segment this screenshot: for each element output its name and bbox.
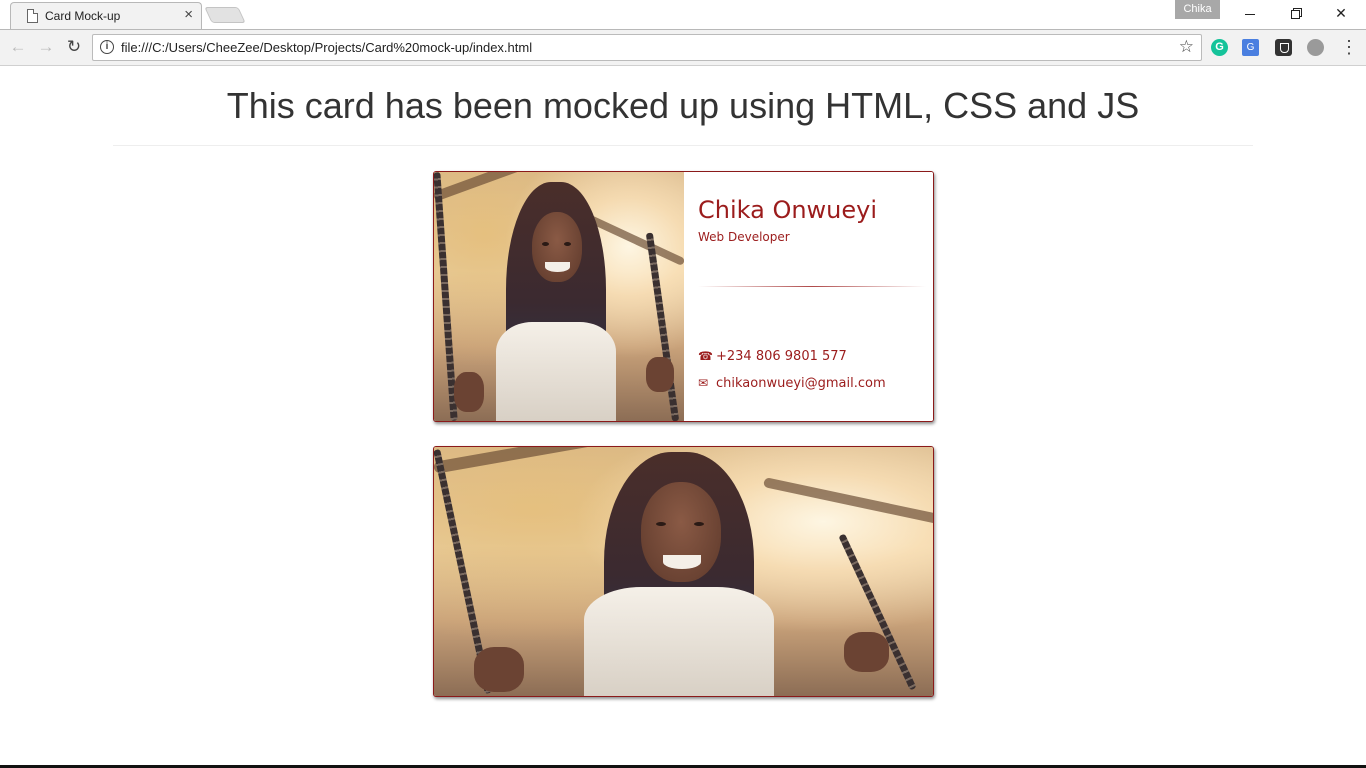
- profile-photo: [434, 172, 684, 421]
- forward-button[interactable]: →: [34, 35, 58, 59]
- phone-number: +234 806 9801 577: [716, 349, 847, 364]
- back-button[interactable]: ←: [6, 35, 30, 59]
- google-translate-icon[interactable]: G: [1242, 39, 1259, 56]
- grammarly-icon[interactable]: G: [1211, 39, 1228, 56]
- envelope-icon: ✉: [698, 376, 709, 390]
- email-address: chikaonwueyi@gmail.com: [716, 376, 886, 391]
- card-divider: [698, 286, 926, 287]
- page-content: This card has been mocked up using HTML,…: [0, 66, 1366, 768]
- bookmark-star-icon[interactable]: ☆: [1179, 37, 1194, 57]
- minimize-button[interactable]: [1227, 0, 1273, 28]
- minimize-icon: [1245, 13, 1255, 15]
- profile-photo-large: [434, 447, 933, 696]
- title-divider: [113, 145, 1253, 146]
- card-info-panel: Chika Onwueyi Web Developer ☎ +234 806 98…: [684, 172, 933, 421]
- browser-toolbar: ← → ↻ i file:///C:/Users/CheeZee/Desktop…: [0, 29, 1366, 66]
- business-card-front[interactable]: Chika Onwueyi Web Developer ☎ +234 806 98…: [433, 171, 934, 422]
- reload-button[interactable]: ↻: [62, 35, 86, 59]
- card-phone[interactable]: ☎ +234 806 9801 577: [698, 349, 847, 364]
- tab-title: Card Mock-up: [45, 9, 121, 23]
- new-tab-button[interactable]: [204, 7, 246, 23]
- profile-badge[interactable]: Chika: [1175, 0, 1220, 19]
- tab-close-icon[interactable]: ×: [184, 6, 193, 23]
- address-bar[interactable]: i file:///C:/Users/CheeZee/Desktop/Proje…: [92, 34, 1202, 61]
- phone-icon: ☎: [698, 349, 713, 363]
- restore-button[interactable]: [1272, 0, 1318, 28]
- cloud-icon[interactable]: [1307, 39, 1324, 56]
- browser-titlebar: Card Mock-up × Chika ✕: [0, 0, 1366, 29]
- restore-icon: [1290, 9, 1300, 19]
- close-window-button[interactable]: ✕: [1318, 0, 1364, 28]
- card-name: Chika Onwueyi: [698, 196, 878, 224]
- shield-icon[interactable]: [1275, 39, 1292, 56]
- url-text[interactable]: file:///C:/Users/CheeZee/Desktop/Project…: [121, 40, 532, 55]
- browser-menu-icon[interactable]: ⋮: [1340, 36, 1358, 60]
- card-email[interactable]: ✉ chikaonwueyi@gmail.com: [698, 376, 886, 391]
- site-info-icon[interactable]: i: [100, 40, 114, 54]
- business-card-back[interactable]: [433, 446, 934, 697]
- page-title: This card has been mocked up using HTML,…: [226, 85, 1140, 126]
- card-role: Web Developer: [698, 230, 790, 244]
- page-file-icon: [27, 9, 38, 23]
- browser-tab[interactable]: Card Mock-up ×: [10, 2, 202, 29]
